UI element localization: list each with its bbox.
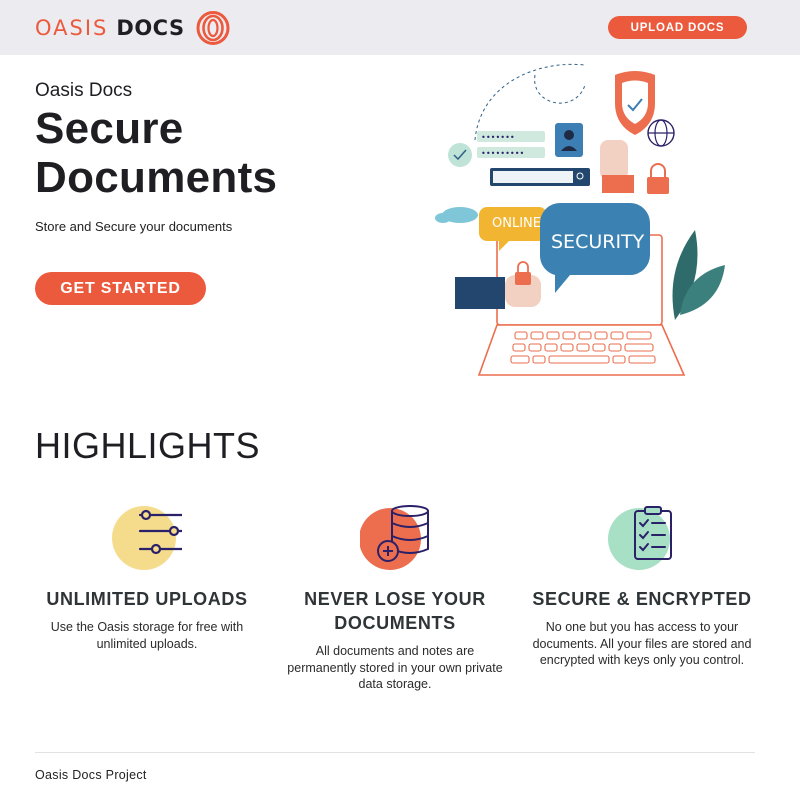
logo-rings-icon bbox=[196, 11, 230, 45]
sliders-icon bbox=[112, 506, 184, 570]
feature-title: NEVER LOSE YOUR DOCUMENTS bbox=[304, 589, 486, 633]
illustration-security-text: SECURITY bbox=[551, 231, 645, 253]
feature-title: SECURE & ENCRYPTED bbox=[532, 589, 752, 609]
svg-text:•••••••••: ••••••••• bbox=[481, 149, 524, 158]
feature-description: Use the Oasis storage for free with unli… bbox=[50, 620, 244, 651]
upload-docs-button[interactable]: UPLOAD DOCS bbox=[608, 16, 747, 39]
feature-icon-wrap bbox=[112, 503, 184, 573]
footer-divider bbox=[35, 752, 755, 753]
checklist-icon bbox=[608, 506, 672, 570]
svg-text:•••••••: ••••••• bbox=[481, 133, 515, 142]
logo-word-oasis: OASIS bbox=[35, 16, 109, 40]
hero-title-line-1: Secure bbox=[35, 104, 184, 153]
feature-icon-wrap bbox=[359, 503, 430, 573]
hero-title: Secure Documents bbox=[35, 104, 277, 202]
feature-description: No one but you has access to your docume… bbox=[532, 620, 752, 667]
hero-eyebrow: Oasis Docs bbox=[35, 80, 133, 101]
top-nav-bar: OASIS DOCS UPLOAD DOCS bbox=[0, 0, 800, 55]
logo-word-docs: DOCS bbox=[116, 16, 185, 40]
feature-description: All documents and notes are permanently … bbox=[287, 644, 503, 691]
get-started-button[interactable]: GET STARTED bbox=[35, 272, 206, 305]
illustration-online-text: ONLINE bbox=[492, 216, 541, 231]
feature-unlimited-uploads: UNLIMITED UPLOADS Use the Oasis storage … bbox=[32, 503, 262, 652]
highlights-title: HIGHLIGHTS bbox=[35, 425, 261, 466]
database-add-icon bbox=[359, 505, 429, 570]
security-illustration: ••••••• ••••••••• ONLINE SECURITY bbox=[435, 63, 725, 376]
brand-logo[interactable]: OASIS DOCS bbox=[35, 11, 231, 45]
feature-never-lose-documents: NEVER LOSE YOUR DOCUMENTS All documents … bbox=[280, 503, 510, 693]
hero-subtitle: Store and Secure your documents bbox=[35, 219, 233, 234]
feature-secure-encrypted: SECURE & ENCRYPTED No one but you has ac… bbox=[527, 503, 757, 669]
footer-text: Oasis Docs Project bbox=[35, 768, 147, 782]
feature-icon-wrap bbox=[607, 503, 677, 573]
hero-title-line-2: Documents bbox=[35, 153, 278, 202]
feature-title: UNLIMITED UPLOADS bbox=[46, 589, 248, 609]
